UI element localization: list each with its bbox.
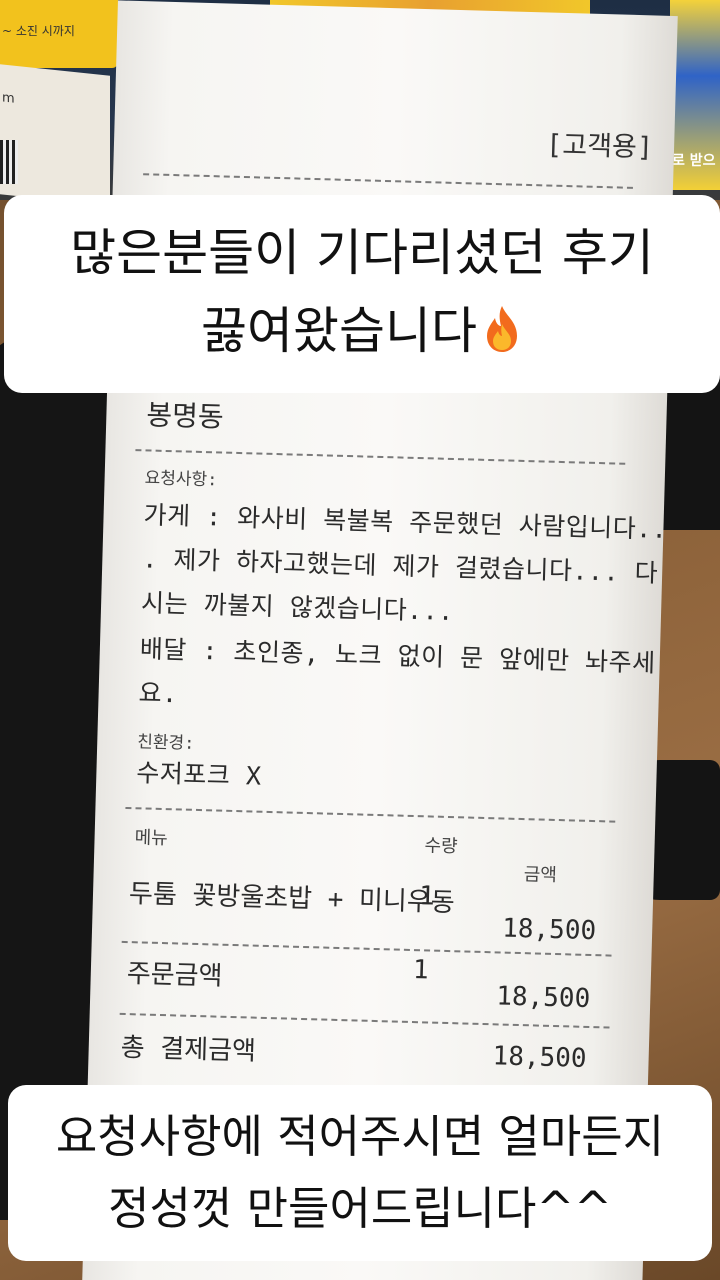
qty-header: 수량: [424, 835, 458, 858]
stand-card-text: m: [2, 90, 15, 107]
caption-bottom-line2: 정성껏 만들어드립니다^^: [108, 1182, 612, 1235]
poster-right-text: 로 받으: [672, 153, 716, 169]
divider: [135, 449, 626, 465]
delivery-request-line: 배달 : 초인종, 노크 없이 문 앞에만 놔주세: [139, 634, 657, 678]
qr-code-icon: [0, 140, 18, 184]
eco-label: 친환경:: [136, 732, 195, 754]
menu-item-amount: 18,500: [501, 913, 597, 947]
photo-scene: ~ 소진 시까지 m 로 받으 [고객용] 봉명동 요청사항: 가게 : 와사비…: [0, 0, 720, 1280]
menu-item-name: 두툼 꽃방울초밥 + 미니우동: [128, 879, 456, 919]
pay-total-label: 총 결제금액: [120, 1032, 257, 1067]
stand-card: m: [0, 64, 110, 206]
caption-top-line2-wrap: 끓여왔습니다: [4, 299, 720, 363]
caption-top: 많은분들이 기다리셨던 후기 끓여왔습니다: [4, 195, 720, 393]
store-request-line: 가게 : 와사비 복불복 주문했던 사람입니다..: [143, 500, 668, 544]
fire-icon: [487, 306, 517, 352]
promo-sign-text: ~ 소진 시까지: [2, 24, 75, 38]
menu-header: 메뉴: [134, 827, 169, 850]
pay-total-amount: 18,500: [492, 1041, 587, 1074]
promo-sign: ~ 소진 시까지: [0, 0, 118, 68]
eco-value: 수저포크 X: [136, 758, 262, 791]
delivery-address: 봉명동: [145, 398, 225, 434]
customer-copy-label: [고객용]: [545, 129, 654, 164]
menu-item-qty: 1: [418, 881, 436, 912]
divider: [143, 173, 633, 189]
caption-top-line2: 끓여왔습니다: [201, 302, 477, 360]
delivery-request-line: 요.: [138, 678, 179, 709]
caption-bottom-line1: 요청사항에 적어주시면 얼마든지: [55, 1110, 665, 1163]
store-request-line: 시는 까불지 않겠습니다...: [140, 588, 455, 627]
caption-top-line1: 많은분들이 기다리셨던 후기: [70, 224, 654, 282]
request-label: 요청사항:: [144, 468, 218, 491]
order-total-amount: 18,500: [495, 981, 591, 1015]
caption-bottom: 요청사항에 적어주시면 얼마든지 정성껏 만들어드립니다^^: [8, 1085, 712, 1261]
store-request-line: . 제가 하자고했는데 제가 걸렸습니다... 다: [141, 544, 659, 588]
amount-header: 금액: [523, 864, 558, 887]
divider: [119, 1012, 610, 1029]
order-total-qty: 1: [412, 955, 430, 986]
order-total-label: 주문금액: [126, 959, 223, 992]
divider: [125, 806, 616, 823]
